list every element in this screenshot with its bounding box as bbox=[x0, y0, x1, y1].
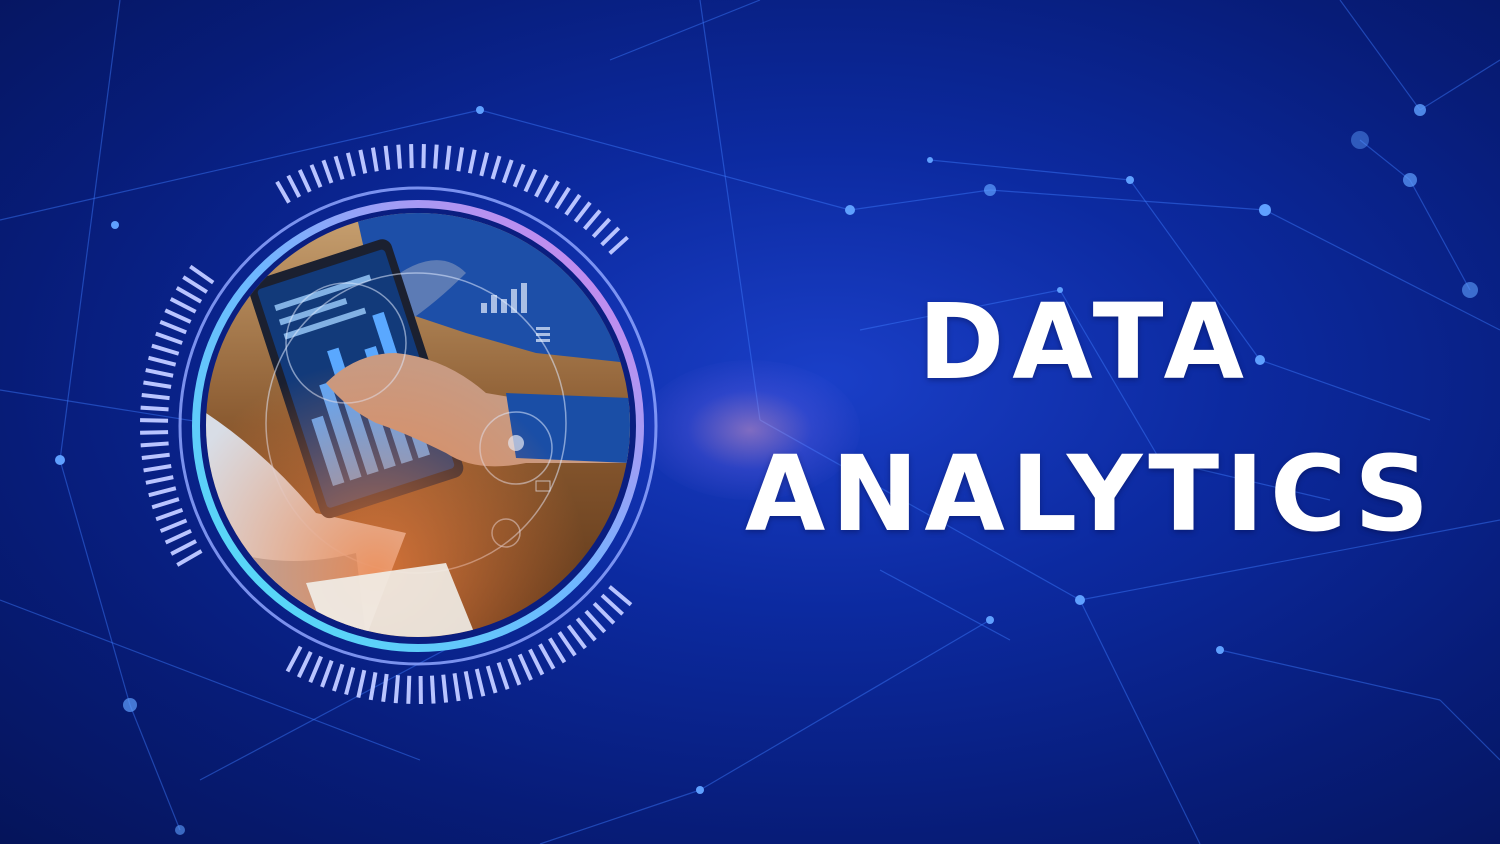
tick-mark bbox=[463, 671, 474, 700]
tick-mark bbox=[566, 624, 587, 650]
tick-mark bbox=[189, 264, 215, 285]
tick-mark bbox=[467, 149, 477, 174]
data-analytics-banner: DATA ANALYTICS bbox=[0, 0, 1500, 844]
tick-mark bbox=[333, 155, 345, 180]
tick-mark bbox=[583, 209, 602, 231]
tick-mark bbox=[592, 601, 616, 625]
tick-mark bbox=[409, 144, 414, 169]
tick-mark bbox=[584, 609, 607, 634]
tick-mark bbox=[474, 668, 486, 697]
tick-mark bbox=[600, 593, 624, 616]
tick-mark bbox=[381, 673, 389, 703]
tick-mark bbox=[320, 659, 334, 688]
tick-mark bbox=[297, 169, 312, 193]
tick-mark bbox=[148, 486, 177, 498]
tick-mark bbox=[159, 320, 187, 335]
tick-mark bbox=[155, 331, 183, 345]
tick-mark bbox=[501, 159, 514, 184]
tick-mark bbox=[548, 637, 567, 664]
tick-mark bbox=[308, 655, 323, 684]
banner-title: DATA ANALYTICS bbox=[700, 290, 1480, 546]
tick-mark bbox=[140, 418, 169, 423]
tick-mark bbox=[143, 380, 172, 389]
tick-mark bbox=[441, 674, 449, 703]
tick-mark bbox=[456, 147, 465, 172]
tick-mark bbox=[544, 180, 560, 204]
tablet-chart-illustration bbox=[206, 213, 630, 637]
tick-mark bbox=[140, 430, 169, 435]
tick-mark bbox=[159, 518, 188, 533]
analytics-photo bbox=[206, 213, 630, 637]
tick-mark bbox=[490, 155, 502, 180]
tick-mark bbox=[591, 217, 612, 239]
tick-mark bbox=[575, 617, 597, 642]
tick-mark bbox=[309, 164, 323, 188]
tick-mark bbox=[554, 186, 571, 210]
tick-mark bbox=[344, 666, 356, 696]
tick-mark bbox=[512, 163, 526, 188]
tick-mark bbox=[523, 168, 538, 193]
tick-mark bbox=[155, 507, 184, 522]
tick-mark bbox=[406, 675, 412, 704]
tick-mark bbox=[296, 650, 313, 678]
tick-mark bbox=[368, 672, 378, 701]
tick-mark bbox=[151, 497, 180, 510]
tick-mark bbox=[275, 180, 291, 204]
tick-mark bbox=[534, 174, 549, 198]
title-line-data: DATA bbox=[917, 281, 1253, 403]
tick-mark bbox=[140, 405, 169, 412]
tick-mark bbox=[452, 673, 461, 702]
title-line-analytics: ANALYTICS bbox=[744, 433, 1436, 555]
tick-mark bbox=[151, 343, 180, 356]
tick-mark bbox=[496, 662, 510, 690]
tick-mark bbox=[141, 393, 170, 401]
tick-mark bbox=[332, 663, 345, 692]
tick-mark bbox=[383, 145, 391, 170]
tick-mark bbox=[164, 529, 192, 545]
tick-mark bbox=[175, 286, 203, 304]
tick-mark bbox=[169, 297, 197, 314]
tick-mark bbox=[145, 475, 174, 485]
tick-mark bbox=[170, 539, 197, 556]
tick-mark bbox=[370, 147, 379, 172]
tick-mark bbox=[356, 669, 367, 698]
tick-mark bbox=[141, 452, 170, 460]
tick-mark bbox=[429, 675, 436, 704]
tick-mark bbox=[421, 144, 426, 169]
tick-mark bbox=[148, 355, 177, 367]
tick-mark bbox=[164, 308, 192, 324]
tick-mark bbox=[345, 152, 356, 177]
tick-mark bbox=[444, 145, 452, 170]
tick-mark bbox=[608, 235, 629, 255]
tick-mark bbox=[573, 201, 592, 223]
tick-mark bbox=[485, 665, 498, 694]
tick-mark bbox=[557, 631, 577, 657]
tick-mark bbox=[145, 368, 174, 378]
tick-mark bbox=[608, 585, 633, 607]
tick-mark bbox=[538, 643, 556, 670]
tick-mark bbox=[600, 226, 621, 247]
tick-mark bbox=[182, 275, 208, 294]
tick-mark bbox=[528, 648, 545, 676]
tick-mark bbox=[143, 463, 172, 473]
tick-mark bbox=[285, 645, 303, 673]
tick-mark bbox=[393, 675, 400, 704]
tick-mark bbox=[433, 144, 439, 169]
tick-mark bbox=[140, 441, 169, 448]
tick-mark bbox=[564, 193, 582, 216]
tick-mark bbox=[321, 159, 334, 184]
tick-mark bbox=[286, 174, 302, 198]
tick-mark bbox=[507, 658, 522, 686]
tick-mark bbox=[517, 653, 533, 681]
tick-mark bbox=[479, 152, 490, 177]
tick-mark bbox=[358, 149, 368, 174]
tick-mark bbox=[176, 549, 203, 567]
tick-mark bbox=[396, 144, 402, 169]
